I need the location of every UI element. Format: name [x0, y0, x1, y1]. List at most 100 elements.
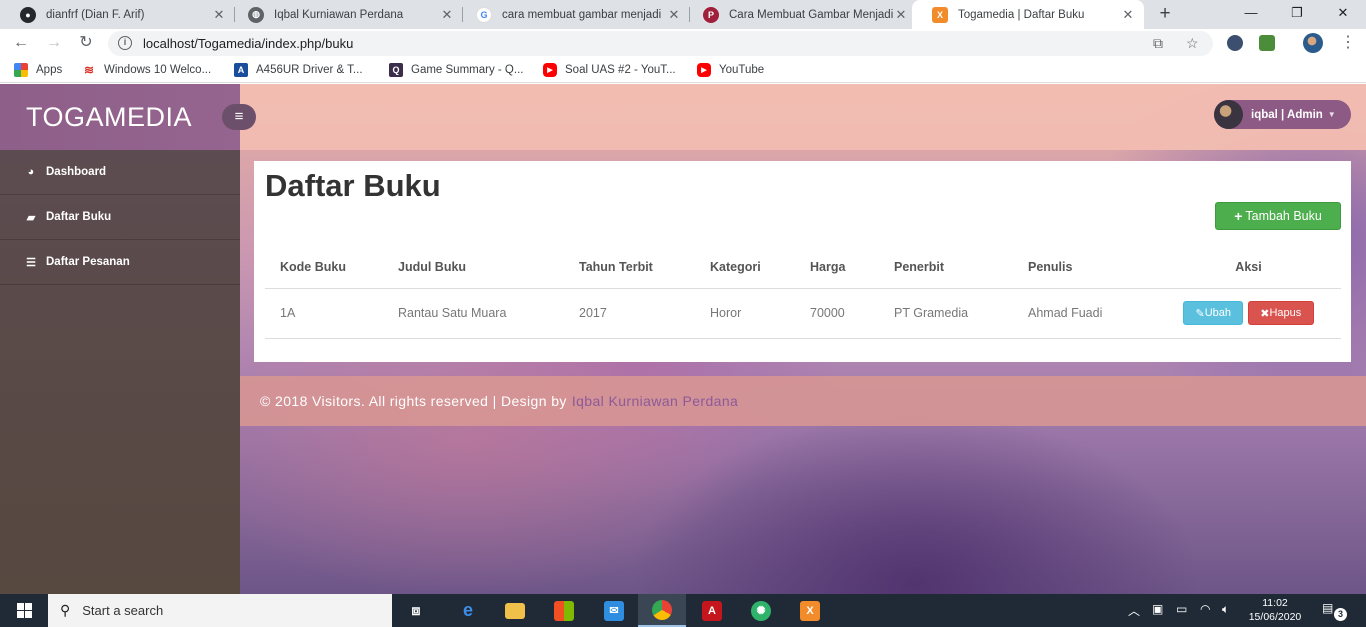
meet-now-icon[interactable]: ▣ — [1152, 602, 1163, 616]
column-header: Tahun Terbit — [564, 247, 695, 289]
tab-title: Iqbal Kurniawan Perdana — [274, 8, 404, 21]
edit-label: Ubah — [1204, 307, 1231, 319]
app-icon: ✺ — [751, 600, 771, 621]
bookmark-label: A456UR Driver & T... — [256, 64, 363, 76]
browser-menu-icon[interactable]: ⋮ — [1340, 33, 1356, 53]
windows-taskbar: ⚲ Start a search ⧈ e ✉ A ✺ X ︿ ▣ ▭ ◠ 🔈︎ … — [0, 594, 1366, 627]
user-menu-dropdown[interactable]: iqbal | Admin ▼ — [1214, 100, 1351, 129]
action-center-button[interactable]: ▤ 3 — [1322, 601, 1347, 621]
extension-icon[interactable] — [1259, 35, 1275, 51]
sidebar-toggle-button[interactable]: ≡ — [222, 104, 256, 130]
forward-arrow-icon[interactable]: → — [43, 33, 65, 55]
close-window-button[interactable]: ✕ — [1320, 0, 1366, 29]
bookmark-item[interactable]: ▶ Soal UAS #2 - YouT... — [543, 61, 676, 79]
sidebar: TOGAMEDIA ◕ Dashboard ▰ Daftar Buku ☰ Da… — [0, 84, 240, 594]
close-tab-icon[interactable]: ✕ — [211, 7, 227, 23]
google-icon: G — [476, 6, 492, 23]
browser-tab-active[interactable]: X Togamedia | Daftar Buku ✕ — [912, 0, 1144, 29]
chevron-up-icon[interactable]: ︿ — [1128, 602, 1140, 619]
taskbar-app-mail[interactable]: ✉ — [590, 594, 638, 627]
wifi-icon[interactable]: ◠ — [1200, 602, 1210, 616]
close-tab-icon[interactable]: ✕ — [1120, 7, 1136, 23]
url-text[interactable]: localhost/Togamedia/index.php/buku — [143, 36, 353, 51]
tab-title: Cara Membuat Gambar Menjadi — [729, 8, 893, 21]
start-button[interactable] — [0, 594, 48, 627]
dashboard-icon: ◕ — [27, 166, 35, 178]
task-view-button[interactable]: ⧈ — [392, 594, 440, 627]
bookmark-item[interactable]: ▶ YouTube — [697, 61, 764, 79]
profile-avatar[interactable] — [1303, 33, 1323, 53]
task-view-icon: ⧈ — [411, 602, 421, 618]
cell-penulis: Ahmad Fuadi — [1013, 288, 1156, 339]
wifi-icon: ≋ — [83, 63, 95, 77]
asus-icon: A — [234, 63, 248, 77]
sidebar-item-label: Dashboard — [46, 166, 107, 178]
tab-title: cara membuat gambar menjadi — [502, 8, 662, 21]
volume-icon[interactable]: 🔈︎ — [1222, 602, 1229, 617]
close-tab-icon[interactable]: ✕ — [666, 7, 682, 23]
tab-title: dianfrf (Dian F. Arif) — [46, 8, 145, 21]
browser-tab[interactable]: P Cara Membuat Gambar Menjadi ✕ — [683, 0, 917, 29]
top-header — [240, 84, 1366, 150]
search-icon: ⚲ — [60, 602, 71, 618]
bookmarks-bar: Apps ≋ Windows 10 Welco... A A456UR Driv… — [0, 57, 1366, 83]
close-tab-icon[interactable]: ✕ — [439, 7, 455, 23]
translate-icon[interactable]: ⧉ — [1153, 35, 1163, 52]
minimize-button[interactable]: — — [1228, 0, 1274, 29]
taskbar-app-explorer[interactable] — [491, 594, 539, 627]
browser-tab[interactable]: G cara membuat gambar menjadi ✕ — [456, 0, 690, 29]
edit-button[interactable]: ✎ Ubah — [1183, 301, 1244, 325]
bookmark-apps[interactable]: Apps — [14, 61, 62, 79]
sidebar-item-daftar-pesanan[interactable]: ☰ Daftar Pesanan — [0, 240, 240, 285]
brand-logo[interactable]: TOGAMEDIA — [26, 102, 192, 133]
restore-button[interactable]: ❐ — [1274, 0, 1320, 29]
column-header: Aksi — [1156, 247, 1341, 289]
windows-logo-icon — [16, 603, 32, 618]
cell-penerbit: PT Gramedia — [879, 288, 1013, 339]
column-header: Harga — [795, 247, 879, 289]
add-book-button[interactable]: + Tambah Buku — [1215, 202, 1341, 230]
taskbar-clock[interactable]: 11:02 15/06/2020 — [1244, 596, 1306, 624]
delete-button[interactable]: ✖ Hapus — [1247, 301, 1314, 325]
close-tab-icon[interactable]: ✕ — [893, 7, 909, 23]
taskbar-app-store[interactable] — [540, 594, 588, 627]
taskbar-app-chrome[interactable] — [638, 594, 686, 627]
folder-icon — [505, 602, 525, 619]
bookmark-item[interactable]: ≋ Windows 10 Welco... — [82, 61, 211, 79]
browser-tab[interactable]: ◍ Iqbal Kurniawan Perdana ✕ — [228, 0, 463, 29]
sidebar-item-daftar-buku[interactable]: ▰ Daftar Buku — [0, 195, 240, 240]
back-arrow-icon[interactable]: ← — [10, 33, 32, 55]
column-header: Judul Buku — [383, 247, 564, 289]
mail-icon: ✉ — [604, 600, 624, 621]
footer-text: © 2018 Visitors. All rights reserved | D… — [260, 393, 567, 409]
taskbar-app[interactable]: ✺ — [737, 594, 785, 627]
battery-icon[interactable]: ▭ — [1176, 602, 1187, 616]
taskbar-app-xampp[interactable]: X — [786, 594, 834, 627]
notification-icon: ▤ — [1322, 601, 1334, 615]
avatar — [1214, 100, 1243, 129]
site-info-icon[interactable]: i — [118, 36, 132, 50]
bookmark-item[interactable]: A A456UR Driver & T... — [234, 61, 363, 79]
list-icon: ☰ — [26, 256, 36, 269]
table-row: 1A Rantau Satu Muara 2017 Horor 70000 PT… — [265, 288, 1341, 339]
column-header: Penerbit — [879, 247, 1013, 289]
bookmark-item[interactable]: Q Game Summary - Q... — [389, 61, 523, 79]
taskbar-app-acrobat[interactable]: A — [688, 594, 736, 627]
browser-tab[interactable]: ● dianfrf (Dian F. Arif) ✕ — [0, 0, 235, 29]
taskbar-search[interactable]: ⚲ Start a search — [48, 594, 392, 627]
apps-grid-icon — [14, 63, 28, 77]
address-bar[interactable]: i localhost/Togamedia/index.php/buku ⧉ ☆ — [108, 31, 1213, 56]
github-icon: ● — [20, 6, 36, 23]
footer-author-link[interactable]: Iqbal Kurniawan Perdana — [572, 393, 738, 409]
sidebar-item-dashboard[interactable]: ◕ Dashboard — [0, 150, 240, 195]
pinterest-icon: P — [703, 6, 719, 23]
taskbar-app-edge[interactable]: e — [444, 594, 492, 627]
extension-icon[interactable] — [1227, 35, 1243, 51]
bookmark-star-icon[interactable]: ☆ — [1186, 35, 1199, 52]
reload-icon[interactable]: ↻ — [75, 33, 97, 55]
caret-down-icon: ▼ — [1327, 110, 1336, 119]
column-header: Kategori — [695, 247, 795, 289]
bookmark-label: Game Summary - Q... — [411, 64, 524, 76]
new-tab-button[interactable]: + — [1155, 4, 1175, 24]
times-icon: ✖ — [1260, 307, 1270, 320]
